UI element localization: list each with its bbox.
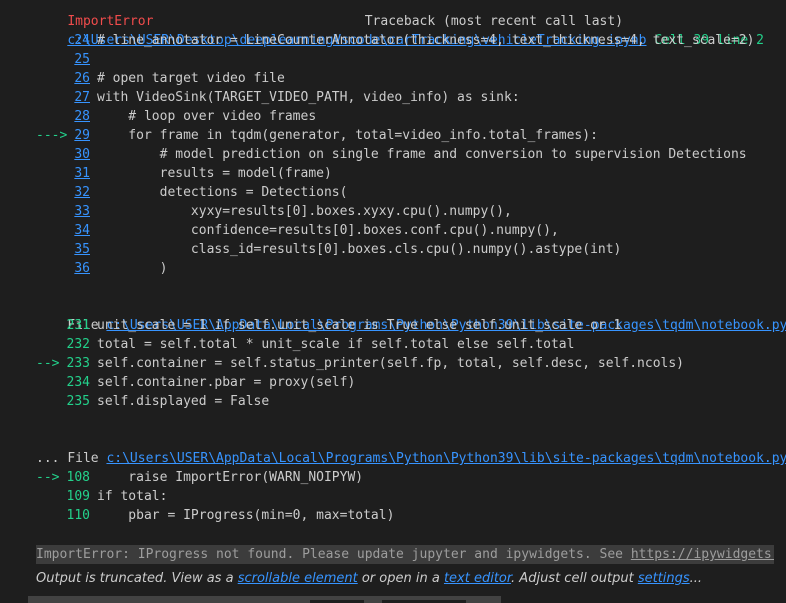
traceback-output: ImportError Traceback (most recent call … — [0, 0, 786, 570]
line-number[interactable]: 28 — [36, 107, 90, 126]
error-message: ImportError: IProgress not found. Please… — [36, 545, 774, 564]
code-line: 31 results = model(frame) — [36, 164, 332, 183]
line-number: 109 — [66, 489, 90, 504]
line-number: 232 — [66, 337, 90, 352]
truncation-prefix: Output is truncated. View as a — [36, 571, 238, 586]
code-line: 232 total = self.total * unit_scale if se… — [36, 335, 575, 354]
code-line: 110 pbar = IProgress(min=0, max=total) — [36, 506, 395, 525]
code-text: xyxy=results[0].boxes.xyxy.cpu().numpy()… — [97, 204, 512, 219]
code-text: # open target video file — [97, 71, 285, 86]
code-line: ---> 29 for frame in tqdm(generator, tota… — [36, 126, 598, 145]
current-line-arrow: --> — [36, 356, 60, 371]
settings-link[interactable]: settings — [638, 571, 690, 586]
truncation-suffix: . Adjust cell output — [511, 571, 638, 586]
scrollable-element-link[interactable]: scrollable element — [238, 571, 358, 586]
code-text: with VideoSink(TARGET_VIDEO_PATH, video_… — [97, 90, 520, 105]
code-text: # loop over video frames — [97, 109, 317, 124]
code-text: ) — [97, 261, 168, 276]
line-number[interactable]: 33 — [36, 202, 90, 221]
line-number[interactable]: 24 — [36, 31, 90, 50]
code-text: detections = Detections( — [97, 185, 348, 200]
line-number[interactable]: 25 — [36, 50, 90, 69]
line-number[interactable]: 26 — [36, 69, 90, 88]
code-text: if total: — [97, 489, 168, 504]
code-line: 26 # open target video file — [36, 69, 285, 88]
current-line-arrow: ---> — [36, 128, 68, 143]
code-text: class_id=results[0].boxes.cls.cpu().nump… — [97, 242, 622, 257]
current-line-arrow: --> — [36, 470, 60, 485]
code-text: pbar = IProgress(min=0, max=total) — [97, 508, 395, 523]
line-number[interactable]: 30 — [36, 145, 90, 164]
error-message-type: ImportError — [36, 547, 123, 562]
code-line: 235 self.displayed = False — [36, 392, 270, 411]
code-line: 30 # model prediction on single frame an… — [36, 145, 747, 164]
code-text: self.displayed = False — [97, 394, 270, 409]
code-line: 25 — [36, 50, 97, 69]
code-text: for frame in tqdm(generator, total=video… — [97, 128, 598, 143]
frame3-file-label: File — [67, 451, 99, 466]
frame3-location: File c:\Users\USER\AppData\Local\Program… — [36, 430, 786, 466]
line-number[interactable]: 34 — [36, 221, 90, 240]
code-line: 231 unit_scale = 1 if self.unit_scale is … — [36, 316, 622, 335]
code-line: 24 # line_annotator = LineCounterAnnotato… — [36, 31, 754, 50]
code-line: 109 if total: — [36, 487, 168, 506]
frame3-path-link[interactable]: c:\Users\USER\AppData\Local\Programs\Pyt… — [106, 451, 786, 466]
code-line: 34 confidence=results[0].boxes.conf.cpu(… — [36, 221, 559, 240]
code-text: # line_annotator = LineCounterAnnotator(… — [97, 33, 755, 48]
line-number: 235 — [66, 394, 90, 409]
code-text: results = model(frame) — [97, 166, 332, 181]
code-text: total = self.total * unit_scale if self.… — [97, 337, 575, 352]
code-line: 35 class_id=results[0].boxes.cls.cpu().n… — [36, 240, 621, 259]
code-line: 33 xyxy=results[0].boxes.xyxy.cpu().nump… — [36, 202, 512, 221]
traceback-header: ImportError Traceback (most recent call … — [36, 0, 623, 29]
horizontal-scrollbar[interactable] — [28, 596, 501, 603]
text-editor-link[interactable]: text editor — [444, 571, 511, 586]
line-number: 231 — [66, 318, 90, 333]
ipywidgets-install-link[interactable]: https://ipywidgets.readthedocs.io/en/sta… — [631, 547, 774, 562]
truncation-notice: Output is truncated. View as a scrollabl… — [36, 569, 702, 588]
code-text: unit_scale = 1 if self.unit_scale is Tru… — [97, 318, 622, 333]
code-line: 27 with VideoSink(TARGET_VIDEO_PATH, vide… — [36, 88, 520, 107]
line-number[interactable]: 32 — [36, 183, 90, 202]
code-text: self.container.pbar = proxy(self) — [97, 375, 356, 390]
code-text: # model prediction on single frame and c… — [97, 147, 747, 162]
error-message-text: : IProgress not found. Please update jup… — [122, 547, 631, 562]
code-line: 32 detections = Detections( — [36, 183, 347, 202]
line-number[interactable]: 35 — [36, 240, 90, 259]
line-number[interactable]: 36 — [36, 259, 90, 278]
code-line: 36 ) — [36, 259, 167, 278]
code-line: 28 # loop over video frames — [36, 107, 316, 126]
frame2-location: File c:\Users\USER\AppData\Local\Program… — [36, 297, 786, 333]
line-number: 110 — [66, 508, 90, 523]
line-number[interactable]: 27 — [36, 88, 90, 107]
frame1-location: c:\Users\USER\Desktop\deeplearningVscode… — [36, 12, 764, 48]
line-number[interactable]: 31 — [36, 164, 90, 183]
code-text: raise ImportError(WARN_NOIPYW) — [97, 470, 364, 485]
code-text: self.container = self.status_printer(sel… — [97, 356, 684, 371]
code-line: --> 108 raise ImportError(WARN_NOIPYW) — [36, 468, 363, 487]
truncation-middle: or open in a — [357, 571, 444, 586]
frame3-ellipsis: ... — [36, 451, 60, 466]
code-line: --> 233 self.container = self.status_print… — [36, 354, 684, 373]
truncation-end: ... — [689, 571, 703, 586]
code-line: 234 self.container.pbar = proxy(self) — [36, 373, 356, 392]
code-text: confidence=results[0].boxes.conf.cpu().n… — [97, 223, 559, 238]
line-number: 234 — [66, 375, 90, 390]
